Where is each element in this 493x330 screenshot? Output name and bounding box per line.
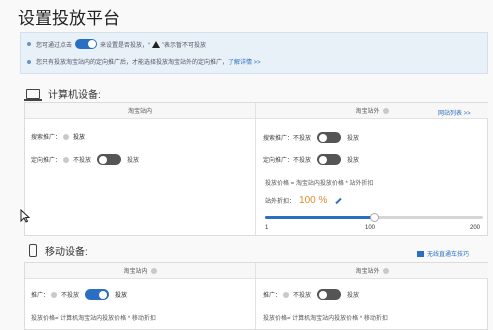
notice-line-1: 您可通过点击 来设置是否投放，“ ”表示暂不可投放 [27, 39, 206, 49]
target-promo-label: 定向推广： [263, 158, 294, 164]
target-promo-label: 定向推广： [31, 158, 62, 164]
help-icon[interactable] [382, 107, 389, 114]
bullet-icon [27, 59, 31, 64]
column-title: 淘宝站外 [355, 109, 380, 115]
section-title: 计算机设备: [48, 90, 101, 101]
video-icon [417, 251, 424, 258]
toggle-on-text: 投放 [347, 158, 360, 164]
laptop-icon [24, 88, 42, 101]
notice-text: 您可通过点击 [36, 42, 73, 49]
discount-label: 站外折扣： [265, 199, 296, 205]
notice-text: 来设置是否投放，“ [100, 42, 151, 49]
discount-row: 站外折扣： 100 % [265, 195, 343, 206]
mobile-inside-formula: 投放价格= 计算机淘宝站内投放价格 * 移动折扣 [31, 316, 156, 322]
column-title: 淘宝站内 [127, 109, 152, 115]
help-icon[interactable] [283, 291, 290, 298]
learn-more-link[interactable]: 了解详情 >> [228, 57, 261, 66]
tips-link-text: 无线直通车技巧 [427, 252, 470, 258]
toggle-on-text: 投放 [127, 158, 140, 164]
mobile-outside-row: 推广： 不投放 投放 [263, 289, 359, 300]
notice-line-2: 您只有投放淘宝站内的定向推广后，才能选择投放淘宝站外的定向推广， 了解详情 >> [27, 57, 261, 66]
toggle-on-text: 投放 [115, 293, 128, 299]
discount-slider[interactable] [265, 213, 483, 222]
toggle-on-text: 投放 [347, 136, 360, 142]
slider-min-label: 1 [265, 225, 269, 231]
toggle-off-text: 不投放 [293, 293, 312, 299]
mobile-device-panel: 淘宝站内 淘宝站外 推广： 不投放 投放 投放价格= 计算机淘宝站内投放价格 *… [24, 262, 488, 330]
search-promo-label: 搜索推广： [31, 135, 62, 141]
search-promo-status: 投放 [73, 135, 86, 141]
inside-target-row: 定向推广： 不投放 投放 [31, 154, 139, 165]
computer-section-heading: 计算机设备: [24, 86, 101, 101]
section-title: 移动设备: [45, 247, 88, 258]
promo-label: 推广： [31, 293, 50, 299]
outside-search-row: 搜索推广： 不投放 投放 [263, 132, 359, 143]
column-header-inside: 淘宝站内 [25, 263, 255, 279]
toggle-off-text: 不投放 [293, 136, 312, 142]
outside-target-toggle[interactable] [317, 154, 342, 165]
dialog-title: 设置投放平台 [18, 9, 120, 28]
inside-search-row: 搜索推广： 投放 [31, 132, 85, 141]
toggle-off-text: 不投放 [61, 293, 80, 299]
notice-text: 您只有投放淘宝站内的定向推广后，才能选择投放淘宝站外的定向推广， [36, 60, 229, 66]
promo-label: 推广： [263, 293, 282, 299]
discount-value: 100 % [299, 195, 328, 206]
toggle-off-text: 不投放 [73, 158, 92, 164]
search-promo-label: 搜索推广： [263, 136, 294, 142]
column-header-outside: 淘宝站外 [256, 263, 488, 279]
column-title: 淘宝站内 [123, 269, 148, 275]
mobile-outside-toggle[interactable] [317, 289, 342, 300]
slider-mid-label: 100 [365, 225, 376, 231]
slider-max-label: 200 [470, 225, 481, 231]
mobile-inside-row: 推广： 不投放 投放 [31, 289, 127, 300]
slider-fill [265, 216, 374, 219]
help-icon[interactable] [51, 291, 58, 298]
inside-target-toggle[interactable] [97, 154, 122, 165]
mouse-cursor-icon [20, 209, 30, 223]
wireless-tips-link[interactable]: 无线直通车技巧 [417, 249, 469, 258]
help-icon[interactable] [382, 267, 389, 274]
toggle-sample-icon [75, 39, 98, 49]
edit-icon[interactable] [335, 197, 343, 204]
mobile-outside-formula: 投放价格= 计算机淘宝站内投放价格 * 移动折扣 [263, 316, 388, 322]
toggle-on-text: 投放 [347, 293, 360, 299]
price-formula: 投放价格 = 淘宝站内投放价格 * 站外折扣 [265, 181, 374, 187]
slider-handle[interactable] [369, 213, 379, 222]
help-icon[interactable] [150, 267, 157, 274]
help-icon[interactable] [63, 156, 70, 163]
column-divider [255, 263, 256, 329]
toggle-off-text: 不投放 [293, 158, 312, 164]
mobile-section-heading: 移动设备: [26, 243, 88, 258]
phone-icon [29, 244, 37, 257]
outside-target-row: 定向推广： 不投放 投放 [263, 154, 359, 165]
computer-device-panel: 淘宝站内 淘宝站外 网站列表 >> 搜索推广： 投放 定向推广： 不投放 投放 … [24, 102, 488, 236]
site-list-link[interactable]: 网站列表 >> [438, 108, 471, 117]
set-platform-dialog: 设置投放平台 您可通过点击 来设置是否投放，“ ”表示暂不可投放 您只有投放淘宝… [0, 0, 493, 330]
outside-search-toggle[interactable] [317, 132, 342, 143]
notice-text: ”表示暂不可投放 [162, 42, 207, 49]
column-header-inside: 淘宝站内 [25, 103, 255, 119]
bullet-icon [27, 42, 31, 46]
warning-icon [152, 40, 161, 48]
column-divider [255, 103, 256, 235]
column-title: 淘宝站外 [355, 269, 380, 275]
mobile-inside-toggle[interactable] [85, 289, 110, 300]
help-icon[interactable] [63, 133, 70, 140]
notice-box: 您可通过点击 来设置是否投放，“ ”表示暂不可投放 您只有投放淘宝站内的定向推广… [20, 32, 488, 74]
